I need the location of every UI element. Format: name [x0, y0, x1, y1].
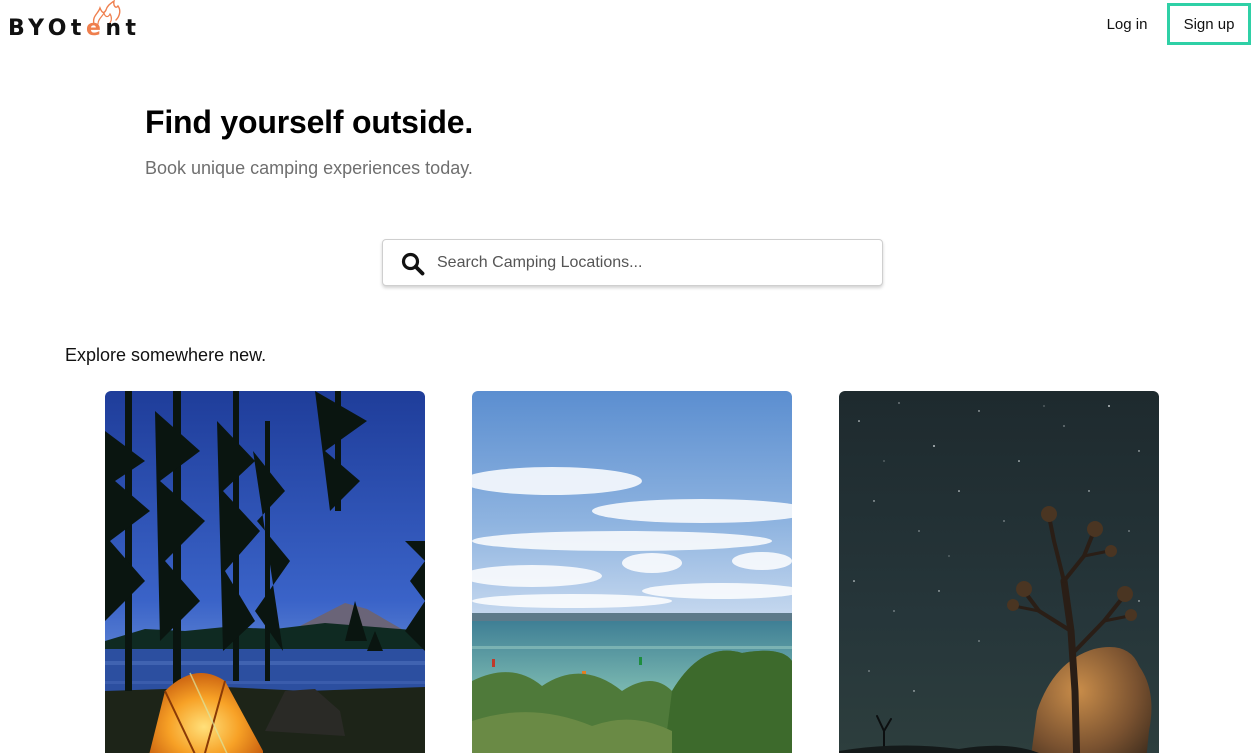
search-input[interactable] — [437, 248, 867, 278]
logo[interactable]: BYOtent — [8, 0, 148, 44]
lakeshore-image — [472, 391, 792, 753]
login-link[interactable]: Log in — [1094, 10, 1160, 40]
logo-wordmark: BYOtent — [8, 16, 141, 41]
logo-accent-letter: e — [85, 16, 106, 41]
page-title: Find yourself outside. — [145, 104, 474, 140]
location-card-joshua-tree[interactable] — [839, 391, 1159, 753]
location-card-lakeshore[interactable] — [472, 391, 792, 753]
logo-prefix: BYOt — [8, 16, 86, 41]
tent-by-lake-image — [105, 391, 425, 753]
logo-suffix: nt — [105, 16, 141, 41]
search-icon[interactable] — [401, 252, 425, 276]
joshua-tree-image — [839, 391, 1159, 753]
page-subtitle: Book unique camping experiences today. — [145, 158, 473, 178]
location-card-tent-lake[interactable] — [105, 391, 425, 753]
explore-heading: Explore somewhere new. — [65, 345, 267, 365]
search-bar[interactable] — [382, 239, 883, 286]
signup-button[interactable]: Sign up — [1167, 3, 1251, 45]
